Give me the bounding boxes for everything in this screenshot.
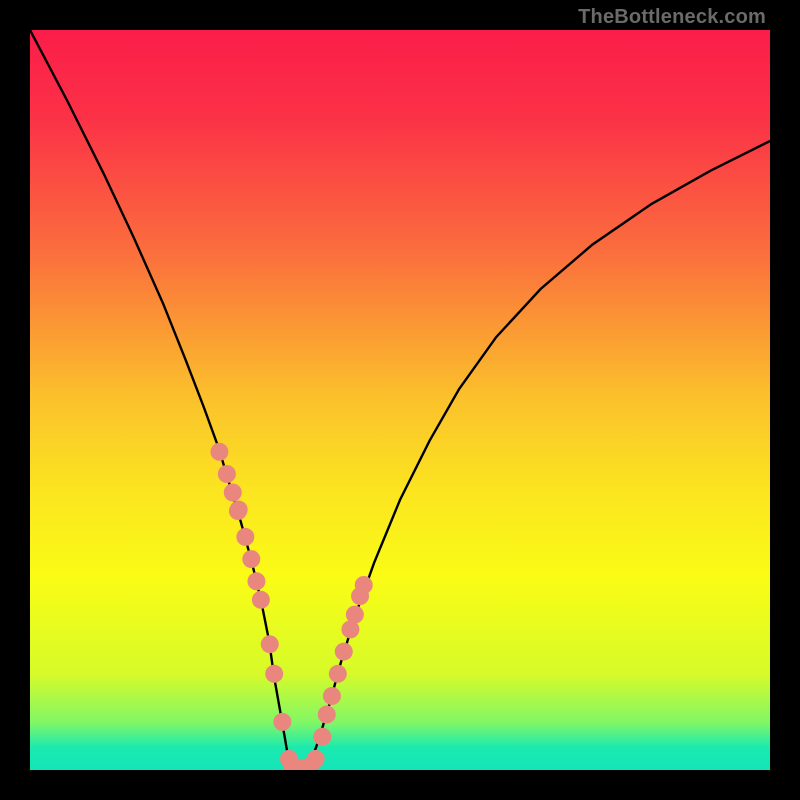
dot [230, 501, 248, 519]
dot [335, 643, 353, 661]
dot [323, 687, 341, 705]
dot [261, 635, 279, 653]
dot [313, 728, 331, 746]
gradient-bg [30, 30, 770, 770]
dot [329, 665, 347, 683]
dot [236, 528, 254, 546]
plot-area [30, 30, 770, 770]
dot [355, 576, 373, 594]
dot [273, 713, 291, 731]
dot [247, 572, 265, 590]
dot [318, 706, 336, 724]
dot [242, 550, 260, 568]
dot [265, 665, 283, 683]
dot [210, 443, 228, 461]
chart-svg [30, 30, 770, 770]
dot [346, 606, 364, 624]
watermark-text: TheBottleneck.com [578, 6, 766, 29]
dot [307, 750, 325, 768]
chart-frame: TheBottleneck.com [0, 0, 800, 800]
dot [224, 484, 242, 502]
dot [218, 465, 236, 483]
dot [252, 591, 270, 609]
